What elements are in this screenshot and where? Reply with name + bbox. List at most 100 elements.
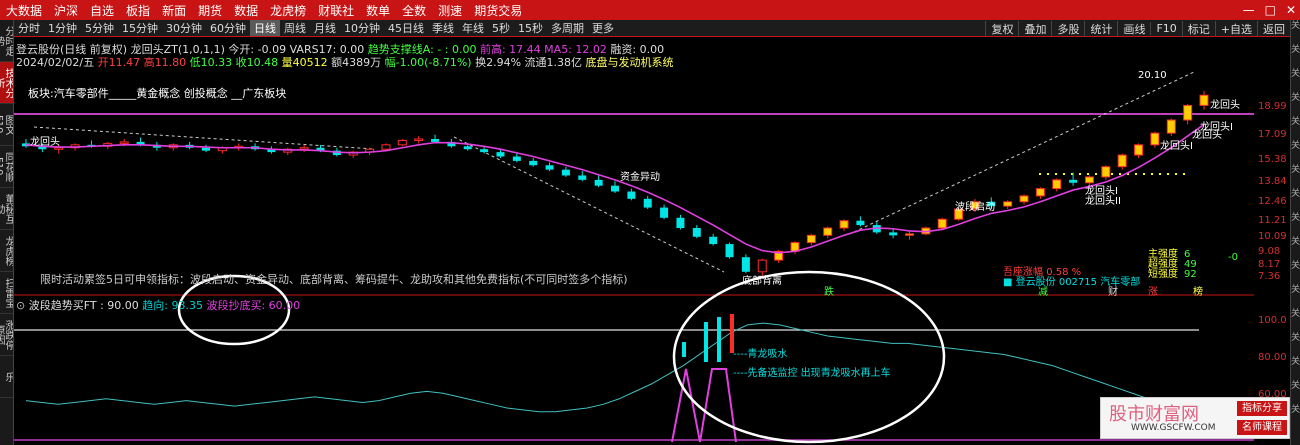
candle-body: [709, 236, 718, 245]
left-tab-4[interactable]: 董秘互动: [0, 188, 13, 230]
candle-body: [594, 179, 603, 186]
period-tab-8[interactable]: 月线: [310, 20, 340, 36]
toolbar-button-7[interactable]: +自选: [1214, 20, 1257, 37]
period-tab-4[interactable]: 30分钟: [162, 20, 206, 36]
period-tab-5[interactable]: 60分钟: [206, 20, 250, 36]
left-tab-2[interactable]: 图文F10: [0, 104, 13, 146]
change-value: 幅-1.00(-8.71%): [384, 56, 472, 69]
trend-line-1: [33, 126, 375, 150]
maximize-icon[interactable]: □: [1265, 3, 1276, 17]
menu-item-12[interactable]: 期货交易: [468, 2, 528, 19]
left-tab-3[interactable]: 同花顺F10: [0, 146, 13, 188]
period-tab-3[interactable]: 15分钟: [118, 20, 162, 36]
menu-item-8[interactable]: 财联社: [312, 2, 360, 19]
y-tick-7: 9.08: [1258, 245, 1281, 257]
candle-body: [1150, 132, 1160, 146]
toolbar-button-3[interactable]: 统计: [1084, 20, 1117, 37]
candle-body: [119, 141, 129, 144]
right-rail-item-8[interactable]: 关: [1291, 212, 1300, 236]
minimize-icon[interactable]: —: [1243, 3, 1255, 17]
right-rail-item-2[interactable]: 关: [1291, 68, 1300, 92]
left-tab-0[interactable]: 分时走势: [0, 20, 13, 62]
bottom-label: 底部背离: [742, 276, 782, 287]
period-tab-12[interactable]: 年线: [458, 20, 488, 36]
candle-body: [1134, 144, 1144, 156]
period-tab-6[interactable]: 日线: [250, 20, 280, 36]
toolbar-button-4[interactable]: 画线: [1117, 20, 1150, 37]
left-tab-8[interactable]: 乐: [0, 356, 13, 398]
left-tab-5[interactable]: 龙虎榜: [0, 230, 13, 272]
right-rail-item-3[interactable]: 关: [1291, 92, 1300, 116]
y-tick-1: 17.09: [1258, 128, 1287, 140]
signal-bar: [704, 322, 708, 362]
toolbar-button-0[interactable]: 复权: [985, 20, 1018, 37]
toolbar-button-1[interactable]: 叠加: [1018, 20, 1051, 37]
period-tab-9[interactable]: 10分钟: [340, 20, 384, 36]
menu-item-4[interactable]: 新面: [156, 2, 192, 19]
right-rail-item-0[interactable]: 关: [1291, 20, 1300, 44]
candle-body: [1052, 179, 1062, 190]
period-tab-14[interactable]: 15秒: [514, 20, 547, 36]
toolbar-button-8[interactable]: 返回: [1257, 20, 1290, 37]
left-tab-6[interactable]: 扫雷宝: [0, 272, 13, 314]
menu-item-5[interactable]: 期货: [192, 2, 228, 19]
right-rail-item-7[interactable]: 关: [1291, 188, 1300, 212]
period-tab-11[interactable]: 季线: [428, 20, 458, 36]
follow-label: ----先备选监控 出现青龙吸水再上车: [733, 368, 891, 379]
course-button[interactable]: 名师课程: [1237, 420, 1287, 435]
right-rail-item-16[interactable]: 关: [1291, 404, 1300, 428]
right-rail-item-13[interactable]: 关: [1291, 332, 1300, 356]
period-tab-13[interactable]: 5秒: [488, 20, 514, 36]
menu-item-3[interactable]: 板指: [120, 2, 156, 19]
promo-text[interactable]: 限时活动累签5日可申领指标：波段启动、资金异动、底部背离、筹码提牛、龙助攻和其他…: [40, 271, 628, 287]
turnover-value: 换2.94%: [475, 56, 522, 69]
period-tab-10[interactable]: 45日线: [384, 20, 428, 36]
toolbar-button-2[interactable]: 多股: [1051, 20, 1084, 37]
candle-body: [806, 234, 816, 244]
right-rail-item-1[interactable]: 关: [1291, 44, 1300, 68]
right-rail-item-14[interactable]: 关: [1291, 356, 1300, 380]
right-rail-item-11[interactable]: 关: [1291, 284, 1300, 308]
menu-item-7[interactable]: 龙虎榜: [264, 2, 312, 19]
period-tab-15[interactable]: 多周期: [547, 20, 588, 36]
close-icon[interactable]: ✕: [1286, 3, 1296, 17]
right-rail-item-10[interactable]: 关: [1291, 260, 1300, 284]
menu-item-0[interactable]: 大数据: [0, 2, 48, 19]
candle-body: [692, 228, 701, 237]
right-rail-item-5[interactable]: 关: [1291, 140, 1300, 164]
start-label: 波段启动: [955, 202, 995, 213]
right-rail-item-4[interactable]: 关: [1291, 116, 1300, 140]
menu-item-9[interactable]: 数单: [360, 2, 396, 19]
right-rail-item-12[interactable]: 关: [1291, 308, 1300, 332]
bang-marker: 榜: [1193, 287, 1203, 298]
y-tick-2: 15.38: [1258, 153, 1287, 165]
candle-body: [1117, 154, 1127, 168]
share-button[interactable]: 指标分享: [1237, 401, 1287, 416]
period-tab-0[interactable]: 分时: [14, 20, 44, 36]
period-tab-1[interactable]: 1分钟: [44, 20, 81, 36]
candle-body: [397, 139, 407, 146]
right-rail-item-6[interactable]: 关: [1291, 164, 1300, 188]
menu-item-6[interactable]: 数据: [228, 2, 264, 19]
candle-body: [1101, 166, 1111, 178]
period-tab-7[interactable]: 周线: [280, 20, 310, 36]
menu-item-11[interactable]: 测速: [432, 2, 468, 19]
candle-body: [381, 144, 391, 150]
menu-item-10[interactable]: 全数: [396, 2, 432, 19]
signal-label-3: 龙回头: [1192, 130, 1222, 141]
period-tab-2[interactable]: 5分钟: [81, 20, 118, 36]
candle-body: [937, 218, 947, 229]
left-tab-1[interactable]: 技术分析: [0, 62, 13, 104]
toolbar-button-5[interactable]: F10: [1150, 22, 1181, 35]
right-rail-item-15[interactable]: 关: [1291, 380, 1300, 404]
period-tab-16[interactable]: 更多: [588, 20, 618, 36]
menu-bar: 大数据 沪深 自选 板指 新面 期货 数据 龙虎榜 财联社 数单 全数 测速 期货交易: [0, 0, 1300, 20]
toolbar-button-6[interactable]: 标记: [1181, 20, 1215, 37]
candle-body: [725, 244, 734, 258]
buy-signal-shape: [671, 368, 737, 443]
indicator-settings-icon[interactable]: ⊙: [16, 299, 25, 312]
menu-item-1[interactable]: 沪深: [48, 2, 84, 19]
right-rail-item-9[interactable]: 关: [1291, 236, 1300, 260]
left-tab-7[interactable]: 涨跌停原因: [0, 314, 13, 356]
menu-item-2[interactable]: 自选: [84, 2, 120, 19]
